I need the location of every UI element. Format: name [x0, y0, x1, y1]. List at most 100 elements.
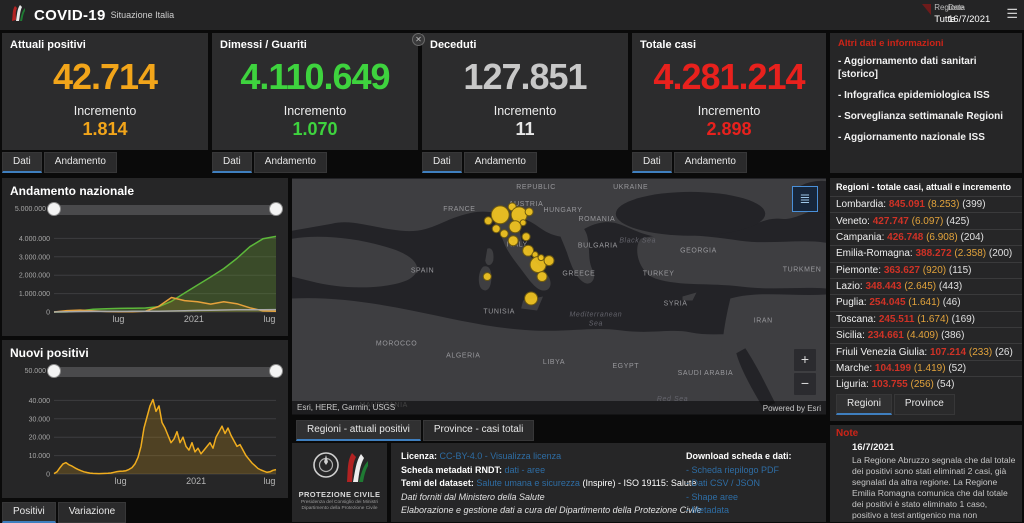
region-row: Lombardia: 845.091 (8.253) (399) — [830, 196, 1022, 212]
map-zoom-in-button[interactable]: + — [794, 349, 816, 371]
protezione-civile-logo-box: PROTEZIONE CIVILE Presidenza del Consigl… — [292, 443, 387, 522]
tab-dati[interactable]: Dati — [632, 152, 672, 173]
info-link[interactable]: - Infografica epidemiologica ISS — [838, 89, 1014, 102]
map-country-label: Mediterranean — [570, 311, 623, 318]
tab-andamento[interactable]: Andamento — [44, 152, 117, 173]
region-row: Emilia-Romagna: 388.272 (2.358) (200) — [830, 245, 1022, 261]
info-link[interactable]: - Aggiornamento nazionale ISS — [838, 131, 1014, 144]
map-marker[interactable] — [544, 256, 554, 266]
andamento-nazionale-panel: Andamento nazionale 5.000.000 4.000.0003… — [2, 178, 288, 336]
info-link[interactable]: - Aggiornamento dati sanitari[storico] — [838, 55, 1014, 81]
region-increment: (200) — [989, 248, 1012, 259]
map-country-label: UKRAINE — [613, 184, 648, 191]
tab-dati[interactable]: Dati — [422, 152, 462, 173]
series-area — [54, 236, 276, 312]
tab-dati[interactable]: Dati — [212, 152, 252, 173]
map-marker[interactable] — [520, 220, 526, 226]
x-tick-label: lug — [263, 314, 275, 324]
license-panel: Licenza: CC-BY-4.0 - Visualizza licenza … — [391, 443, 826, 522]
time-range-slider[interactable] — [50, 205, 280, 215]
slider-handle-left[interactable] — [47, 202, 61, 216]
region-row: Puglia: 254.045 (1.641) (46) — [830, 294, 1022, 310]
increment-label: Incremento — [632, 104, 826, 118]
increment-label: Incremento — [2, 104, 208, 118]
map-marker[interactable] — [483, 273, 491, 281]
tab-positivi[interactable]: Positivi — [2, 502, 56, 523]
card-title: Dimessi / Guariti — [212, 33, 418, 51]
slider-handle-left[interactable] — [47, 364, 61, 378]
tab-variazione[interactable]: Variazione — [58, 502, 127, 523]
map-marker[interactable] — [509, 221, 521, 233]
info-panel: Altri dati e informazioni - Aggiornament… — [830, 33, 1022, 173]
tab-dati[interactable]: Dati — [2, 152, 42, 173]
header-red-mark-icon — [922, 4, 931, 15]
tab-andamento[interactable]: Andamento — [464, 152, 537, 173]
region-name: Friuli Venezia Giulia: — [836, 347, 927, 358]
tab-andamento[interactable]: Andamento — [254, 152, 327, 173]
map-marker[interactable] — [491, 206, 509, 224]
x-tick-label: 2021 — [184, 314, 204, 324]
tab-regioni[interactable]: Regioni — [836, 394, 892, 415]
map-country-label: MOROCCO — [376, 340, 417, 347]
tab-province-casi-totali[interactable]: Province - casi totali — [423, 420, 534, 441]
region-current: (1.419) — [914, 363, 946, 374]
region-current: (1.674) — [917, 314, 949, 325]
slider-handle-right[interactable] — [269, 202, 283, 216]
info-link[interactable]: - Sorveglianza settimanale Regioni — [838, 110, 1014, 123]
map-mediterranean[interactable]: REPUBLICUKRAINEFRANCEAUSTRIAHUNGARYROMAN… — [292, 178, 826, 415]
note-date: 16/7/2021 — [852, 442, 1016, 453]
increment-label: Incremento — [212, 104, 418, 118]
nuovi-positivi-panel: Nuovi positivi 50.000 40.00030.00020.000… — [2, 340, 288, 498]
region-row: Piemonte: 363.627 (920) (115) — [830, 262, 1022, 278]
increment-value: 11 — [422, 119, 628, 140]
note-title: Note — [836, 428, 1016, 439]
chart-title: Andamento nazionale — [2, 178, 288, 200]
region-increment: (169) — [952, 314, 975, 325]
legend-icon[interactable]: ≣ — [792, 186, 818, 212]
download-link[interactable]: - Metadata — [686, 504, 814, 518]
card-value: 127.851 — [422, 56, 628, 98]
map-marker[interactable] — [537, 272, 547, 282]
map-marker[interactable] — [492, 225, 500, 233]
rndt-link[interactable]: dati - aree — [505, 465, 546, 475]
map-marker[interactable] — [522, 233, 530, 241]
map-marker[interactable] — [538, 255, 544, 261]
download-link[interactable]: - Dati CSV / JSON — [686, 477, 814, 491]
map-marker[interactable] — [525, 208, 533, 216]
region-row: Lazio: 348.443 (2.645) (443) — [830, 278, 1022, 294]
region-current: (1.641) — [908, 297, 940, 308]
region-name: Marche: — [836, 363, 872, 374]
slider-handle-right[interactable] — [269, 364, 283, 378]
region-total: 245.511 — [879, 314, 915, 325]
increment-value: 1.070 — [212, 119, 418, 140]
download-link[interactable]: - Shape aree — [686, 491, 814, 505]
tab-andamento[interactable]: Andamento — [674, 152, 747, 173]
region-total: 426.748 — [887, 232, 923, 243]
header-region-field[interactable]: Regione Tutte — [934, 3, 964, 25]
close-icon[interactable]: ✕ — [412, 33, 425, 46]
y-tick-label: 1.000.000 — [19, 291, 50, 298]
download-link[interactable]: - Scheda riepilogo PDF — [686, 464, 814, 478]
map-zoom-out-button[interactable]: − — [794, 373, 816, 395]
map-country-label: TURKMEN — [783, 267, 822, 274]
tab-regioni-attuali-positivi[interactable]: Regioni - attuali positivi — [296, 420, 421, 441]
rndt-label: Scheda metadati RNDT: — [401, 465, 502, 475]
y-tick-label: 20.000 — [29, 435, 51, 442]
time-range-slider[interactable] — [50, 367, 280, 377]
map-marker[interactable] — [508, 236, 518, 246]
card-value: 42.714 — [2, 56, 208, 98]
map-marker[interactable] — [484, 217, 492, 225]
region-increment: (54) — [937, 379, 955, 390]
region-name: Emilia-Romagna: — [836, 248, 913, 259]
tab-province[interactable]: Province — [894, 394, 955, 415]
license-link[interactable]: CC-BY-4.0 - Visualizza licenza — [440, 451, 562, 461]
hamburger-menu-icon[interactable]: ☰ — [1006, 6, 1018, 22]
logo-subtitle1: Presidenza del Consiglio dei Ministri — [292, 500, 387, 505]
temi-link[interactable]: Salute umana e sicurezza — [476, 478, 580, 488]
map-marker[interactable] — [525, 292, 538, 305]
regions-panel: Regioni - totale casi, attuali e increme… — [830, 178, 1022, 421]
download-title: Download scheda e dati: — [686, 450, 814, 464]
region-name: Campania: — [836, 232, 884, 243]
map-marker[interactable] — [500, 230, 508, 238]
map-country-label: ROMANIA — [578, 216, 615, 223]
